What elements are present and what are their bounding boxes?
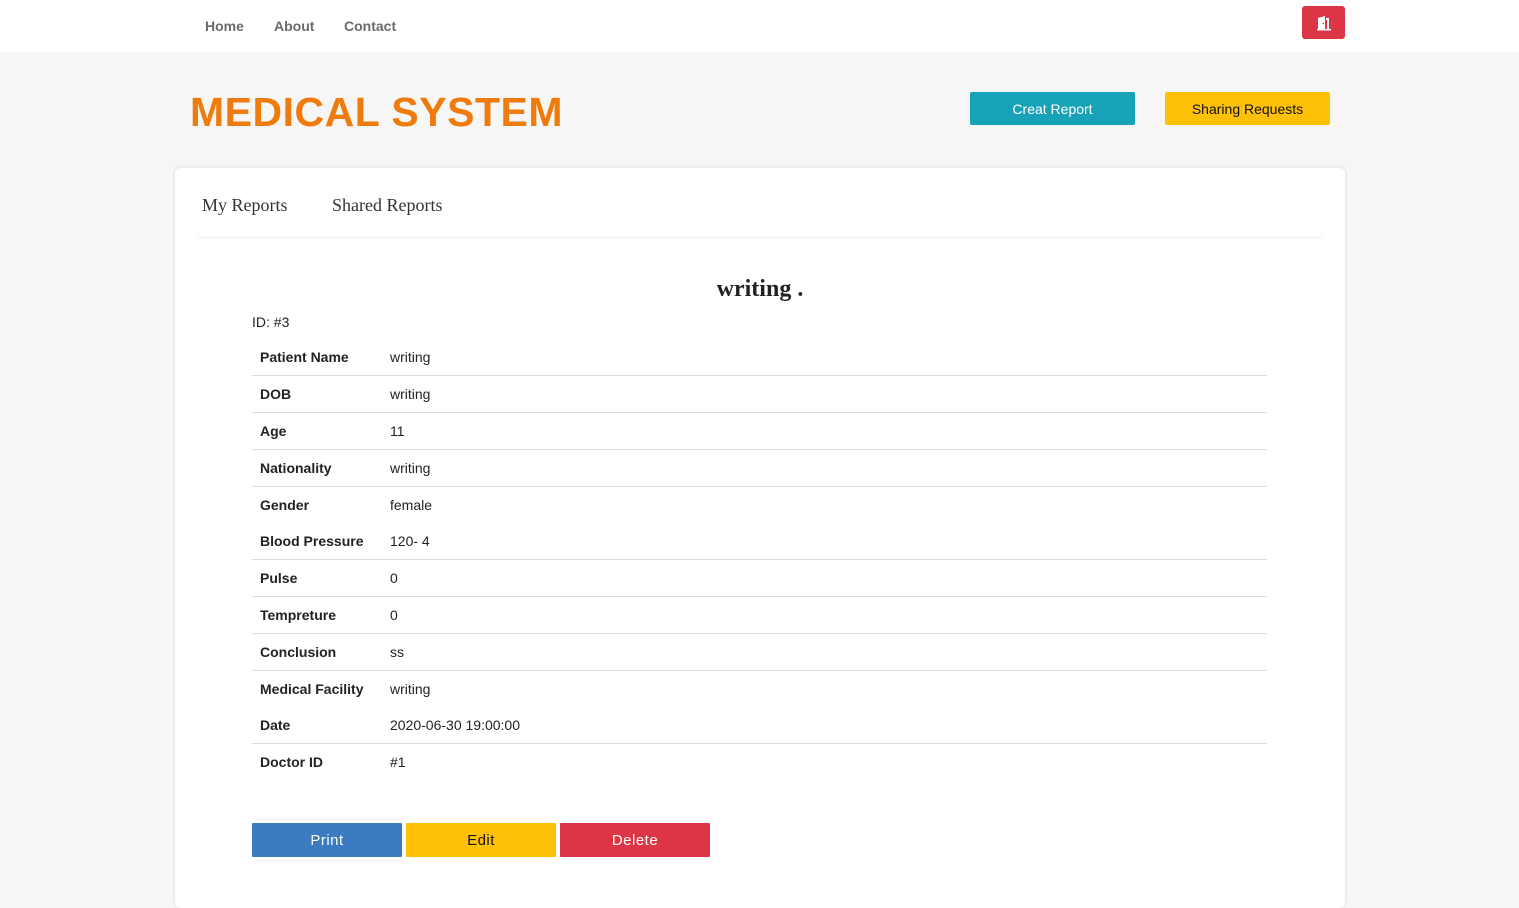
nav-home-link[interactable]: Home xyxy=(205,18,244,34)
field-label: Age xyxy=(252,412,390,450)
nav-about-link[interactable]: About xyxy=(274,18,314,34)
report-title: writing . xyxy=(716,276,804,302)
tab-shared-reports[interactable]: Shared Reports xyxy=(332,195,442,216)
table-row: Date 2020-06-30 19:00:00 xyxy=(252,707,1267,744)
door-exit-icon xyxy=(1316,15,1331,30)
field-value: 120- 4 xyxy=(390,523,1267,560)
table-row: Nationality writing xyxy=(252,449,1267,487)
field-label: Tempreture xyxy=(252,596,390,634)
logout-button[interactable] xyxy=(1302,6,1345,39)
table-row: Pulse 0 xyxy=(252,559,1267,597)
print-button[interactable]: Print xyxy=(252,823,402,857)
create-report-button[interactable]: Creat Report xyxy=(970,92,1135,125)
tab-my-reports[interactable]: My Reports xyxy=(202,195,288,216)
table-row: Tempreture 0 xyxy=(252,596,1267,634)
table-row: Age 11 xyxy=(252,412,1267,450)
field-value: 2020-06-30 19:00:00 xyxy=(390,707,1267,744)
report-id: ID: #3 xyxy=(252,314,290,330)
table-row: Gender female xyxy=(252,487,1267,524)
field-label: DOB xyxy=(252,375,390,413)
field-label: Conclusion xyxy=(252,633,390,671)
edit-button[interactable]: Edit xyxy=(406,823,556,857)
sharing-requests-button[interactable]: Sharing Requests xyxy=(1165,92,1330,125)
field-label: Pulse xyxy=(252,559,390,597)
top-navbar: Home About Contact xyxy=(0,0,1519,52)
field-value: female xyxy=(390,497,433,513)
field-value: ss xyxy=(390,633,1267,671)
field-value: 0 xyxy=(390,559,1267,597)
field-value: writing xyxy=(390,681,431,697)
nav-contact-link[interactable]: Contact xyxy=(344,18,396,34)
brand-title: MEDICAL SYSTEM xyxy=(190,89,563,135)
table-row: Medical Facility writing xyxy=(252,671,1267,708)
table-row: Blood Pressure 120- 4 xyxy=(252,523,1267,560)
table-row: Doctor ID #1 xyxy=(252,744,1267,781)
field-value: writing xyxy=(390,375,1267,413)
report-details-table: Patient Name writing DOB writing Age 11 … xyxy=(252,339,1267,780)
delete-button[interactable]: Delete xyxy=(560,823,710,857)
field-label: Blood Pressure xyxy=(252,523,390,560)
field-label: Nationality xyxy=(252,449,390,487)
field-label: Date xyxy=(252,707,390,744)
field-value: #1 xyxy=(390,754,406,770)
field-value: 0 xyxy=(390,596,1267,634)
table-row: Conclusion ss xyxy=(252,633,1267,671)
report-card: My Reports Shared Reports writing . ID: … xyxy=(175,168,1345,908)
field-value: writing xyxy=(390,339,1267,376)
field-label: Patient Name xyxy=(252,339,390,376)
table-row: DOB writing xyxy=(252,375,1267,413)
field-label: Gender xyxy=(260,497,310,513)
field-value: 11 xyxy=(390,412,1267,450)
field-label: Medical Facility xyxy=(260,681,364,697)
table-row: Patient Name writing xyxy=(252,339,1267,376)
field-value: writing xyxy=(390,449,1267,487)
field-label: Doctor ID xyxy=(260,754,323,770)
tabs-divider xyxy=(198,237,1322,238)
